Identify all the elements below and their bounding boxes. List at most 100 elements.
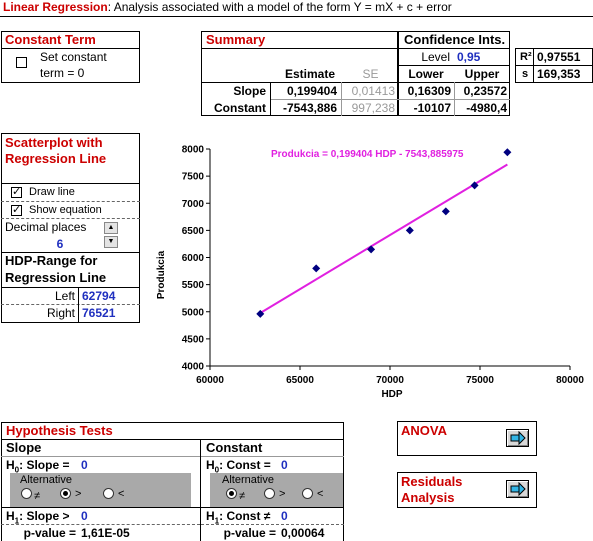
- constant-alternative-label: Alternative: [222, 474, 274, 486]
- data-point: [503, 148, 512, 157]
- data-point: [367, 245, 376, 254]
- constant-se-value: 997,238: [351, 101, 395, 115]
- residuals-button[interactable]: [506, 480, 529, 498]
- data-point: [405, 226, 414, 235]
- y-axis-title: Produkcia: [156, 250, 167, 299]
- constant-h0-value[interactable]: 0: [278, 457, 338, 473]
- set-constant-checkbox[interactable]: [16, 57, 27, 68]
- scatter-chart: 60000 65000 70000 75000 80000 4000 4500 5000 55…: [156, 145, 584, 401]
- y-tick-label: 4000: [182, 362, 205, 373]
- decimal-places-value[interactable]: 6: [40, 236, 80, 252]
- arrow-right-icon: [510, 481, 526, 497]
- x-axis: 60000 65000 70000 75000 80000: [196, 365, 584, 386]
- slope-alt-gt-label: >: [75, 488, 82, 500]
- slope-pvalue: 1,61E-05: [81, 526, 130, 540]
- decimal-down-button[interactable]: ▼: [104, 236, 118, 248]
- slope-alternative-label: Alternative: [20, 474, 72, 486]
- regression-line-group: [259, 163, 508, 314]
- x-tick-label: 70000: [376, 375, 404, 386]
- slope-alt-ne-label: ≠: [34, 490, 41, 502]
- constant-upper-value: -4980,4: [466, 101, 507, 115]
- summary-header: Summary: [206, 32, 266, 47]
- constant-alt-gt-label: >: [279, 488, 286, 500]
- set-constant-label-1: Set constant: [40, 50, 107, 64]
- arrow-right-icon: [510, 430, 526, 446]
- slope-se-value: 0,01413: [351, 84, 395, 98]
- y-axis: 4000 4500 5000 5500 6000 6500 7000 7500 8000: [182, 145, 211, 373]
- y-tick-label: 5000: [182, 307, 205, 318]
- hypothesis-divider: [1, 439, 344, 440]
- decimal-places-label: Decimal places: [5, 220, 87, 234]
- title-description: : Analysis associated with a model of th…: [107, 0, 452, 14]
- x-tick-label: 75000: [466, 375, 494, 386]
- show-equation-checkbox[interactable]: [11, 203, 22, 217]
- y-tick-label: 5500: [182, 280, 205, 291]
- decimal-up-button[interactable]: ▲: [104, 222, 118, 234]
- constant-estimate-value: -7543,886: [282, 101, 337, 115]
- residuals-label-line1: Residuals: [401, 474, 463, 489]
- slope-upper-value: 0,23572: [463, 84, 507, 98]
- confidence-level-input[interactable]: 0,95: [454, 49, 509, 65]
- constant-alt-lt-label: <: [317, 488, 324, 500]
- slope-estimate-value: 0,199404: [286, 84, 337, 98]
- se-column-header: SE: [362, 67, 379, 81]
- set-constant-label-2: term = 0: [40, 66, 85, 80]
- y-tick-label: 8000: [182, 145, 205, 156]
- title-underline: [0, 16, 593, 17]
- constant-alt-ne-label: ≠: [239, 490, 246, 502]
- slope-alt-gt-radio[interactable]: [60, 488, 71, 499]
- x-tick-label: 80000: [556, 375, 584, 386]
- r2-value: 0,97551: [537, 50, 581, 64]
- range-header-line2: Regression Line: [5, 270, 107, 285]
- slope-lower-value: 0,16309: [407, 84, 451, 98]
- range-header-line1: HDP-Range for: [5, 253, 98, 268]
- slope-h1-value[interactable]: 0: [78, 508, 158, 524]
- y-tick-label: 4500: [182, 334, 205, 345]
- hypothesis-header: Hypothesis Tests: [6, 423, 113, 438]
- residuals-label-line2: Analysis: [401, 490, 455, 505]
- constant-alt-gt-radio[interactable]: [264, 488, 275, 499]
- y-tick-label: 7500: [182, 172, 205, 183]
- draw-line-label: Draw line: [29, 186, 75, 198]
- anova-button[interactable]: [506, 429, 529, 447]
- constant-alt-lt-radio[interactable]: [302, 488, 313, 499]
- show-equation-label: Show equation: [29, 204, 102, 216]
- range-left-input[interactable]: 62794: [79, 288, 139, 304]
- regression-equation: Produkcia = 0,199404 HDP - 7543,885975: [271, 149, 464, 160]
- page-title: Linear Regression: Analysis associated w…: [3, 0, 452, 16]
- constant-pvalue-label: p-value =: [223, 526, 276, 540]
- data-point: [312, 264, 321, 273]
- summary-col-divider-2: [341, 82, 342, 116]
- constant-term-header: Constant Term: [5, 32, 96, 47]
- draw-line-checkbox[interactable]: [11, 185, 22, 199]
- y-tick-label: 7000: [182, 199, 205, 210]
- slope-row-label: Slope: [233, 84, 266, 98]
- slope-alt-lt-radio[interactable]: [103, 488, 114, 499]
- title-lead: Linear Regression: [3, 0, 108, 14]
- slope-pvalue-label: p-value =: [23, 526, 76, 540]
- constant-lower-value: -10107: [413, 101, 451, 115]
- constant-pvalue: 0,00064: [281, 526, 325, 540]
- constant-h1-value[interactable]: 0: [278, 508, 338, 524]
- x-axis-title: HDP: [381, 389, 402, 400]
- slope-test-title: Slope: [6, 440, 42, 455]
- s-value: 169,353: [537, 67, 581, 81]
- data-point: [441, 207, 450, 216]
- range-right-label: Right: [46, 306, 75, 320]
- y-tick-label: 6000: [182, 253, 205, 264]
- range-left-label: Left: [54, 289, 75, 303]
- confidence-header: Confidence Ints.: [404, 32, 506, 47]
- regression-line: [259, 163, 508, 314]
- scatter-header-line2: Regression Line: [5, 151, 107, 166]
- x-tick-label: 60000: [196, 375, 224, 386]
- anova-label: ANOVA: [401, 423, 447, 438]
- y-tick-label: 6500: [182, 226, 205, 237]
- summary-divider: [201, 48, 398, 49]
- summary-col-divider-1: [270, 82, 271, 116]
- x-tick-label: 65000: [286, 375, 314, 386]
- confidence-level-label: Level: [421, 50, 450, 64]
- r2-label: R²: [520, 51, 532, 63]
- slope-h0-value[interactable]: 0: [78, 457, 158, 473]
- range-right-input[interactable]: 76521: [79, 305, 139, 321]
- estimate-column-header: Estimate: [284, 67, 335, 81]
